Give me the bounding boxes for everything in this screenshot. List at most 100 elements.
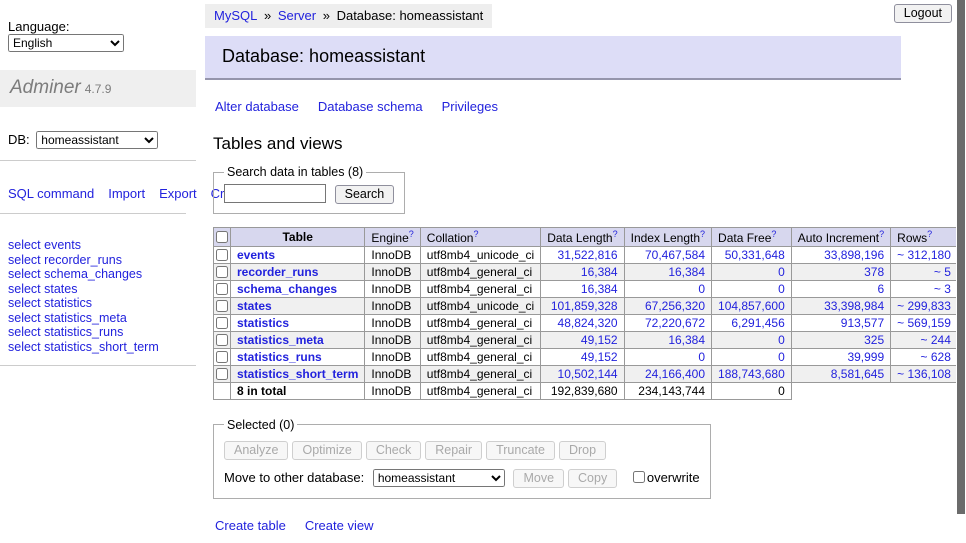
sidebar-action-import[interactable]: Import bbox=[108, 186, 145, 201]
sidebar-table-link[interactable]: select recorder_runs bbox=[8, 253, 188, 268]
table-name-link[interactable]: schema_changes bbox=[237, 282, 337, 296]
auto-increment-link[interactable]: 378 bbox=[864, 265, 884, 279]
sidebar-table-link[interactable]: select statistics_meta bbox=[8, 311, 188, 326]
sidebar-table-link[interactable]: select statistics_runs bbox=[8, 325, 188, 340]
row-checkbox[interactable] bbox=[216, 266, 228, 278]
overwrite-checkbox[interactable] bbox=[633, 471, 645, 483]
auto-increment-link[interactable]: 6 bbox=[877, 282, 884, 296]
data-free-link[interactable]: 0 bbox=[778, 333, 785, 347]
create-view-link[interactable]: Create view bbox=[305, 518, 374, 533]
index-length-link[interactable]: 67,256,320 bbox=[645, 299, 705, 313]
data-free-link[interactable]: 6,291,456 bbox=[731, 316, 784, 330]
rows-count-link[interactable]: ~ 244 bbox=[921, 333, 951, 347]
data-free-link[interactable]: 104,857,600 bbox=[718, 299, 785, 313]
scrollbar[interactable] bbox=[956, 0, 966, 543]
column-help-icon[interactable]: ? bbox=[409, 229, 414, 239]
data-length-link[interactable]: 16,384 bbox=[581, 282, 618, 296]
row-checkbox[interactable] bbox=[216, 300, 228, 312]
rows-count-link[interactable]: ~ 628 bbox=[921, 350, 951, 364]
index-length-link[interactable]: 0 bbox=[698, 350, 705, 364]
move-button[interactable]: Move bbox=[513, 469, 564, 488]
table-name-link[interactable]: recorder_runs bbox=[237, 265, 318, 279]
index-length-link[interactable]: 24,166,400 bbox=[645, 367, 705, 381]
auto-increment-link[interactable]: 8,581,645 bbox=[831, 367, 884, 381]
index-length-link[interactable]: 0 bbox=[698, 282, 705, 296]
table-name-link[interactable]: states bbox=[237, 299, 272, 313]
data-length-link[interactable]: 16,384 bbox=[581, 265, 618, 279]
auto-increment-link[interactable]: 325 bbox=[864, 333, 884, 347]
column-help-icon[interactable]: ? bbox=[473, 229, 478, 239]
data-free-link[interactable]: 0 bbox=[778, 282, 785, 296]
optimize-button[interactable]: Optimize bbox=[292, 441, 361, 460]
breadcrumb-link-server[interactable]: Server bbox=[278, 8, 316, 23]
data-length-link[interactable]: 10,502,144 bbox=[558, 367, 618, 381]
sidebar-table-link[interactable]: select events bbox=[8, 238, 188, 253]
search-button[interactable]: Search bbox=[335, 185, 395, 204]
help-link[interactable]: ? bbox=[613, 229, 618, 239]
database-schema-link[interactable]: Database schema bbox=[318, 99, 423, 114]
data-free-link[interactable]: 0 bbox=[778, 350, 785, 364]
alter-database-link[interactable]: Alter database bbox=[215, 99, 299, 114]
privileges-link[interactable]: Privileges bbox=[442, 99, 498, 114]
table-name-link[interactable]: statistics_meta bbox=[237, 333, 324, 347]
rows-count-link[interactable]: ~ 5 bbox=[934, 265, 951, 279]
index-length-link[interactable]: 16,384 bbox=[668, 333, 705, 347]
rows-count-link[interactable]: ~ 136,108 bbox=[897, 367, 951, 381]
auto-increment-link[interactable]: 913,577 bbox=[841, 316, 884, 330]
help-link[interactable]: ? bbox=[927, 229, 932, 239]
help-link[interactable]: ? bbox=[771, 229, 776, 239]
sidebar-table-link[interactable]: select schema_changes bbox=[8, 267, 188, 282]
move-database-select[interactable]: homeassistant bbox=[373, 469, 505, 487]
select-all-checkbox[interactable] bbox=[216, 231, 228, 243]
auto-increment-link[interactable]: 33,398,984 bbox=[824, 299, 884, 313]
rows-count-link[interactable]: ~ 569,159 bbox=[897, 316, 951, 330]
column-help-icon[interactable]: ? bbox=[771, 229, 776, 239]
data-length-link[interactable]: 101,859,328 bbox=[551, 299, 618, 313]
check-button[interactable]: Check bbox=[366, 441, 421, 460]
overwrite-option[interactable]: overwrite bbox=[629, 470, 700, 485]
index-length-link[interactable]: 72,220,672 bbox=[645, 316, 705, 330]
data-length-link[interactable]: 48,824,320 bbox=[558, 316, 618, 330]
sidebar-table-link[interactable]: select statistics bbox=[8, 296, 188, 311]
row-checkbox[interactable] bbox=[216, 317, 228, 329]
help-link[interactable]: ? bbox=[700, 229, 705, 239]
data-free-link[interactable]: 0 bbox=[778, 265, 785, 279]
sidebar-action-export[interactable]: Export bbox=[159, 186, 197, 201]
auto-increment-link[interactable]: 39,999 bbox=[847, 350, 884, 364]
table-name-link[interactable]: statistics_short_term bbox=[237, 367, 358, 381]
data-free-link[interactable]: 50,331,648 bbox=[725, 248, 785, 262]
table-name-link[interactable]: statistics bbox=[237, 316, 289, 330]
repair-button[interactable]: Repair bbox=[425, 441, 482, 460]
drop-button[interactable]: Drop bbox=[559, 441, 606, 460]
language-select[interactable]: English bbox=[8, 34, 124, 52]
column-help-icon[interactable]: ? bbox=[879, 229, 884, 239]
sidebar-table-link[interactable]: select states bbox=[8, 282, 188, 297]
column-help-icon[interactable]: ? bbox=[700, 229, 705, 239]
auto-increment-link[interactable]: 33,898,196 bbox=[824, 248, 884, 262]
row-checkbox[interactable] bbox=[216, 283, 228, 295]
row-checkbox[interactable] bbox=[216, 249, 228, 261]
index-length-link[interactable]: 70,467,584 bbox=[645, 248, 705, 262]
table-name-link[interactable]: events bbox=[237, 248, 275, 262]
scrollbar-thumb[interactable] bbox=[957, 0, 965, 514]
column-help-icon[interactable]: ? bbox=[613, 229, 618, 239]
data-length-link[interactable]: 49,152 bbox=[581, 333, 618, 347]
help-link[interactable]: ? bbox=[409, 229, 414, 239]
analyze-button[interactable]: Analyze bbox=[224, 441, 288, 460]
row-checkbox[interactable] bbox=[216, 334, 228, 346]
rows-count-link[interactable]: ~ 299,833 bbox=[897, 299, 951, 313]
logout-button[interactable]: Logout bbox=[894, 4, 952, 23]
truncate-button[interactable]: Truncate bbox=[486, 441, 555, 460]
table-name-link[interactable]: statistics_runs bbox=[237, 350, 322, 364]
rows-count-link[interactable]: ~ 3 bbox=[934, 282, 951, 296]
db-select[interactable]: homeassistant bbox=[36, 131, 158, 149]
column-help-icon[interactable]: ? bbox=[927, 229, 932, 239]
row-checkbox[interactable] bbox=[216, 368, 228, 380]
data-length-link[interactable]: 31,522,816 bbox=[558, 248, 618, 262]
data-free-link[interactable]: 188,743,680 bbox=[718, 367, 785, 381]
search-input[interactable] bbox=[224, 184, 326, 203]
rows-count-link[interactable]: ~ 312,180 bbox=[897, 248, 951, 262]
copy-button[interactable]: Copy bbox=[568, 469, 617, 488]
help-link[interactable]: ? bbox=[473, 229, 478, 239]
sidebar-table-link[interactable]: select statistics_short_term bbox=[8, 340, 188, 355]
